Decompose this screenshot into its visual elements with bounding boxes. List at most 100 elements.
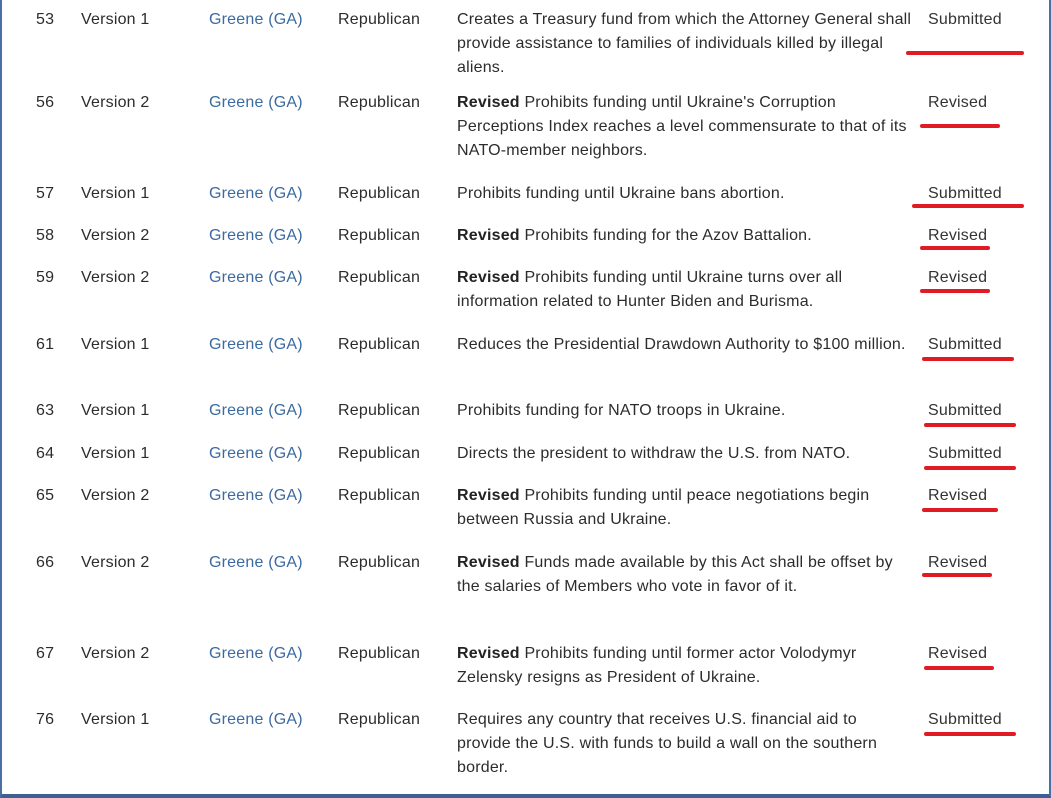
amendment-number-cell: 67 [2,642,81,708]
sponsor-link[interactable]: Greene (GA) [209,402,303,419]
table-row: 57 Version 1 Greene (GA) Republican Prohibit… [2,182,1049,224]
status-cell: Submitted [916,399,1049,442]
version-label: Version 2 [81,487,150,504]
party-label: Republican [338,336,421,353]
amendment-number: 61 [36,336,55,353]
status-text: Revised [928,645,988,662]
red-underline-annotation [922,508,998,512]
version-cell: Version 1 [81,333,209,399]
party-label: Republican [338,645,421,662]
status-cell: Revised [916,551,1049,642]
description-cell: Revised Funds made available by this Act… [457,551,916,642]
party-cell: Republican [338,182,457,224]
revised-tag: Revised [457,554,520,571]
status-text: Revised [928,94,988,111]
revised-tag: Revised [457,645,520,662]
amendment-number-cell: 53 [2,0,81,91]
status-label: Submitted [912,182,1024,208]
party-cell: Republican [338,484,457,551]
status-text: Submitted [928,402,1002,419]
status-cell: Submitted [916,442,1049,484]
version-label: Version 1 [81,336,150,353]
status-label: Submitted [924,708,1016,736]
table-row: 65 Version 2 Greene (GA) Republican Revised … [2,484,1049,551]
table-row: 76 Version 1 Greene (GA) Republican Requires… [2,708,1049,790]
sponsor-cell: Greene (GA) [209,224,338,266]
sponsor-link[interactable]: Greene (GA) [209,487,303,504]
table-row: 61 Version 1 Greene (GA) Republican Reduces … [2,333,1049,399]
sponsor-link[interactable]: Greene (GA) [209,645,303,662]
party-label: Republican [338,11,421,28]
party-cell: Republican [338,708,457,790]
description-cell: Directs the president to withdraw the U.… [457,442,916,484]
sponsor-cell: Greene (GA) [209,442,338,484]
sponsor-link[interactable]: Greene (GA) [209,336,303,353]
sponsor-cell: Greene (GA) [209,551,338,642]
party-label: Republican [338,185,421,202]
table-row: 59 Version 2 Greene (GA) Republican Revised … [2,266,1049,333]
party-cell: Republican [338,399,457,442]
status-cell: Submitted [916,333,1049,399]
description-cell: Revised Prohibits funding for the Azov B… [457,224,916,266]
status-label: Submitted [924,442,1016,470]
table-row: 63 Version 1 Greene (GA) Republican Prohibit… [2,399,1049,442]
sponsor-link[interactable]: Greene (GA) [209,711,303,728]
amendment-description: Prohibits funding for NATO troops in Ukr… [457,402,786,419]
version-label: Version 2 [81,645,150,662]
amendment-number: 65 [36,487,55,504]
amendment-description: Directs the president to withdraw the U.… [457,445,851,462]
revised-tag: Revised [457,227,520,244]
description-cell: Creates a Treasury fund from which the A… [457,0,916,91]
description-cell: Reduces the Presidential Drawdown Author… [457,333,916,399]
status-text: Submitted [928,445,1002,462]
sponsor-link[interactable]: Greene (GA) [209,445,303,462]
sponsor-link[interactable]: Greene (GA) [209,94,303,111]
version-label: Version 1 [81,11,150,28]
status-label: Revised [922,484,998,512]
red-underline-annotation [920,289,990,293]
table-row: 67 Version 2 Greene (GA) Republican Revised … [2,642,1049,708]
version-cell: Version 2 [81,266,209,333]
amendment-number: 53 [36,11,55,28]
sponsor-link[interactable]: Greene (GA) [209,185,303,202]
version-label: Version 2 [81,554,150,571]
amendment-number-cell: 76 [2,708,81,790]
party-cell: Republican [338,224,457,266]
sponsor-link[interactable]: Greene (GA) [209,227,303,244]
amendment-number: 58 [36,227,55,244]
sponsor-link[interactable]: Greene (GA) [209,554,303,571]
sponsor-cell: Greene (GA) [209,266,338,333]
amendments-table: 53 Version 1 Greene (GA) Republican Creates … [2,0,1049,790]
red-underline-annotation [920,124,1000,128]
amendment-number-cell: 56 [2,91,81,182]
status-cell: Submitted [912,182,1049,224]
description-cell: Revised Prohibits funding until peace ne… [457,484,916,551]
version-label: Version 1 [81,445,150,462]
sponsor-link[interactable]: Greene (GA) [209,11,303,28]
party-cell: Republican [338,0,457,91]
description-cell: Prohibits funding until Ukraine bans abo… [457,182,916,224]
sponsor-cell: Greene (GA) [209,642,338,708]
status-cell: Revised [916,484,1049,551]
party-cell: Republican [338,333,457,399]
status-text: Submitted [928,711,1002,728]
status-text: Submitted [928,185,1002,202]
version-cell: Version 2 [81,224,209,266]
party-label: Republican [338,402,421,419]
amendment-number: 59 [36,269,55,286]
version-label: Version 2 [81,269,150,286]
version-cell: Version 2 [81,91,209,182]
description-cell: Revised Prohibits funding until Ukraine'… [457,91,916,182]
status-label: Submitted [922,333,1014,361]
table-row: 64 Version 1 Greene (GA) Republican Directs … [2,442,1049,484]
amendment-description: Creates a Treasury fund from which the A… [457,11,912,76]
status-label: Revised [920,224,990,250]
status-label: Revised [924,642,994,670]
red-underline-annotation [912,204,1024,208]
sponsor-link[interactable]: Greene (GA) [209,269,303,286]
status-cell: Revised [916,642,1049,708]
version-label: Version 2 [81,94,150,111]
amendment-number-cell: 61 [2,333,81,399]
status-text: Submitted [928,11,1002,28]
status-label: Submitted [906,8,1024,55]
